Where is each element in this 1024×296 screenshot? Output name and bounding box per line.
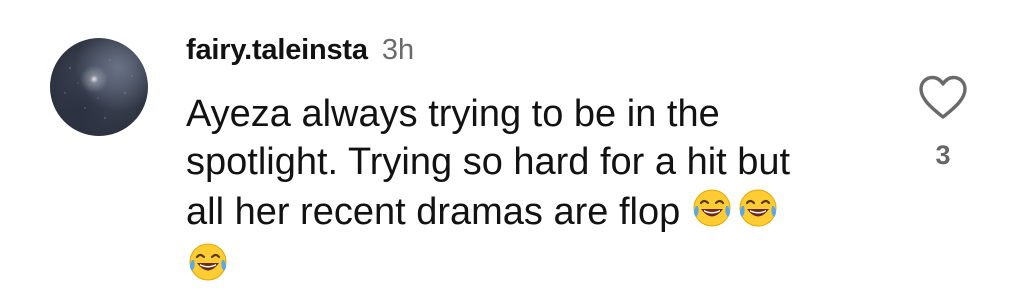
laughing-emoji-icon — [739, 189, 777, 227]
avatar-texture — [64, 59, 133, 120]
laughing-emoji-icon — [189, 243, 227, 281]
comment-item: fairy.taleinsta 3h Ayeza always trying t… — [0, 0, 1024, 281]
emoji-group-line2 — [186, 240, 866, 296]
like-button[interactable] — [917, 74, 969, 122]
username[interactable]: fairy.taleinsta — [186, 34, 368, 67]
avatar[interactable] — [50, 38, 148, 136]
comment-header: fairy.taleinsta 3h — [186, 34, 414, 70]
laughing-emoji-icon — [693, 189, 731, 227]
heart-outline-icon — [919, 75, 967, 119]
like-count[interactable]: 3 — [917, 140, 969, 171]
comment-body: Ayeza always trying to be in the spotlig… — [186, 90, 866, 296]
emoji-group — [690, 186, 782, 242]
timestamp: 3h — [381, 34, 415, 66]
